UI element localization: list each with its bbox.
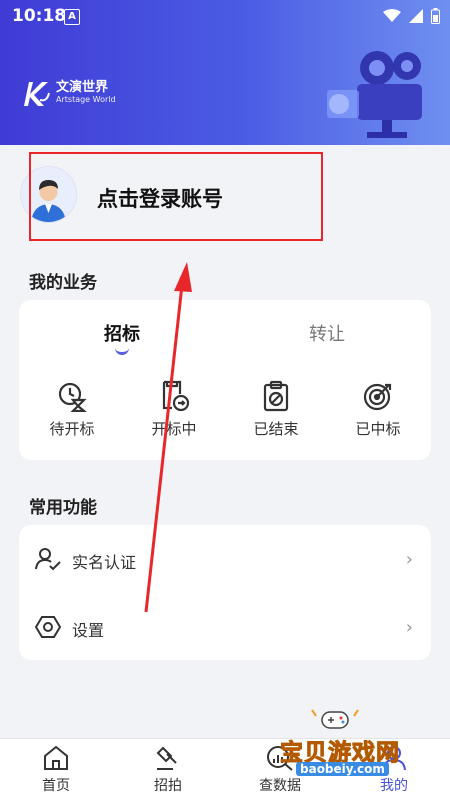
status-icons: [383, 8, 440, 24]
biz-item-opening[interactable]: 开标中: [130, 380, 218, 439]
user-check-icon: [35, 548, 61, 571]
func-label-settings: 设置: [72, 621, 105, 640]
biz-label-won: 已中标: [355, 420, 401, 438]
settings-icon: [35, 616, 61, 638]
tabbar-label-data: 查数据: [259, 778, 301, 794]
home-icon: [44, 745, 68, 770]
biz-item-won[interactable]: 已中标: [334, 380, 422, 439]
hourglass-icon: [58, 382, 87, 412]
func-row-verify[interactable]: 实名认证 ›: [19, 525, 431, 593]
business-tabs: 招标 转让: [19, 300, 431, 360]
header-banner: 10:18 A 文演世界 Artstage World: [0, 0, 450, 145]
biz-label-ended: 已结束: [253, 420, 299, 438]
biz-label-pending: 待开标: [49, 420, 95, 438]
tab-transfer[interactable]: 转让: [309, 320, 345, 346]
func-label-verify: 实名认证: [72, 553, 137, 572]
clipboard-slash-icon: [263, 380, 289, 412]
biz-item-ended[interactable]: 已结束: [232, 380, 320, 439]
brand-name-en: Artstage World: [56, 95, 116, 104]
brand-name-cn: 文演世界: [56, 80, 109, 95]
my-business-title: 我的业务: [29, 273, 97, 293]
tabbar-label-mine: 我的: [380, 778, 408, 794]
my-business-card: 招标 转让 待开标 开标中 已结束 已中标: [19, 300, 431, 460]
brand-logo: 文演世界 Artstage World: [20, 78, 116, 108]
func-row-settings[interactable]: 设置 ›: [19, 593, 431, 661]
chevron-right-icon: ›: [405, 549, 413, 570]
signal-icon: [409, 9, 423, 23]
tabbar-label-auction: 招拍: [154, 778, 182, 794]
tabbar-item-auction[interactable]: 招拍: [128, 745, 208, 795]
logo-mark-icon: [24, 82, 50, 106]
biz-item-pending[interactable]: 待开标: [28, 380, 116, 439]
film-camera-icon: [327, 51, 422, 138]
biz-label-opening: 开标中: [151, 420, 197, 438]
tab-bidding[interactable]: 招标: [104, 320, 140, 346]
gavel-icon: [156, 746, 177, 770]
doc-arrow-icon: [162, 380, 190, 412]
common-functions-card: 实名认证 › 设置 ›: [19, 525, 431, 660]
target-icon: [363, 383, 392, 411]
tabbar-item-home[interactable]: 首页: [16, 745, 96, 795]
tab-active-indicator: [115, 346, 129, 355]
common-functions-title: 常用功能: [29, 498, 97, 518]
wifi-icon: [383, 9, 401, 22]
tabbar-label-home: 首页: [42, 778, 70, 794]
battery-icon: [431, 8, 440, 24]
chevron-right-icon: ›: [405, 617, 413, 638]
status-time: 10:18: [12, 6, 67, 26]
annotation-highlight-box: [29, 152, 323, 241]
status-bar: 10:18 A: [0, 0, 450, 32]
notification-icon: A: [64, 9, 80, 25]
watermark-url: baobeiy.com: [296, 762, 389, 776]
